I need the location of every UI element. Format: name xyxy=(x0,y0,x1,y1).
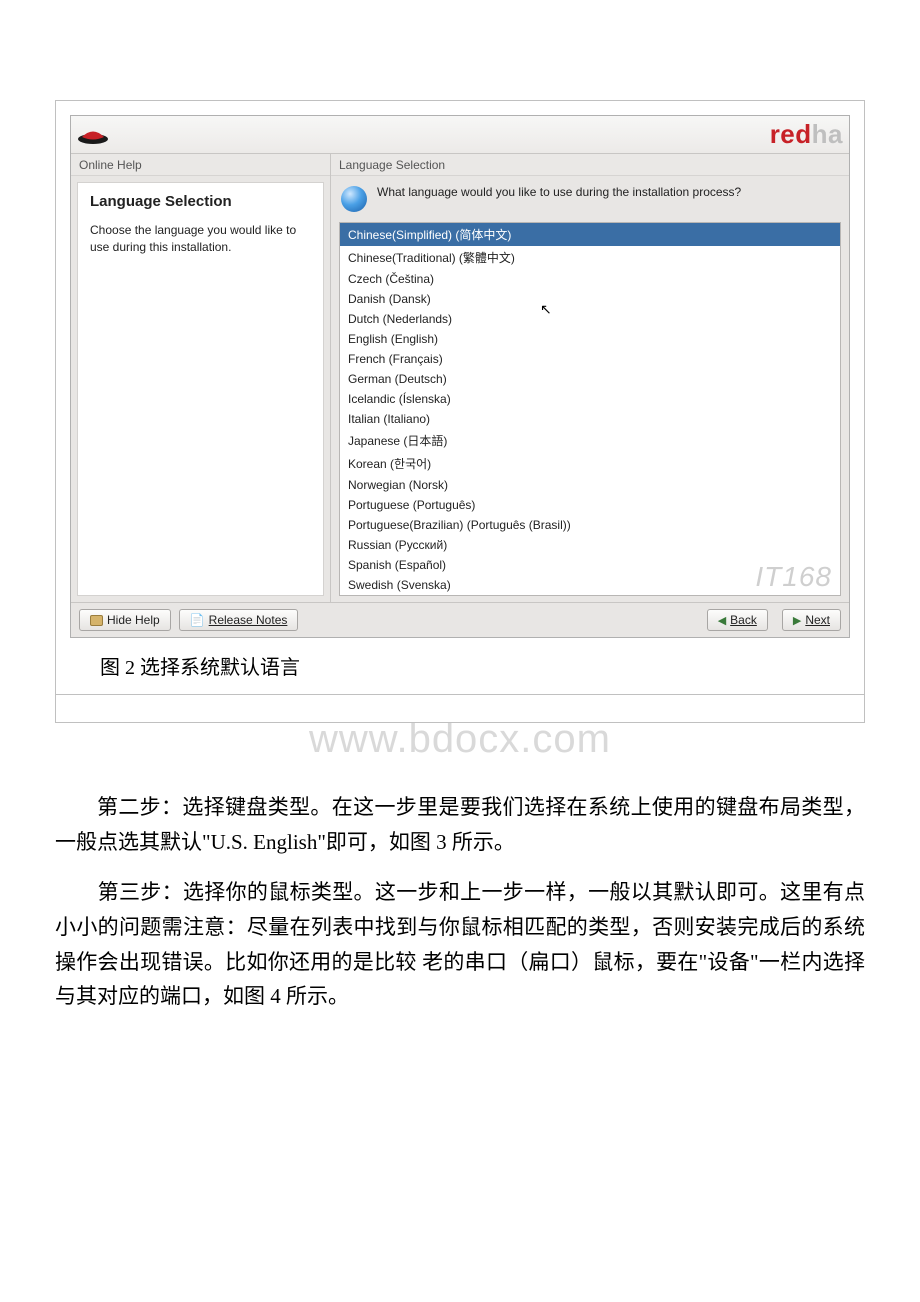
p2-seg-a: 第三步：选择你的鼠标类型。这一步和上一步一样，一般以其默认即可。这里有点小小的问… xyxy=(55,880,865,1008)
language-option[interactable]: Chinese(Simplified) (简体中文) xyxy=(340,223,840,246)
help-text: Choose the language you would like to us… xyxy=(90,222,311,257)
hide-help-icon xyxy=(90,615,103,626)
arrow-right-icon: ▶ xyxy=(793,614,801,627)
help-panel: Language Selection Choose the language y… xyxy=(77,182,324,596)
release-notes-label: Release Notes xyxy=(209,613,288,627)
language-option[interactable]: Czech (Čeština) xyxy=(340,269,840,289)
language-option[interactable]: Norwegian (Norsk) xyxy=(340,475,840,495)
figure-frame: redha Online Help Language Selection Cho… xyxy=(55,100,865,723)
arrow-left-icon: ◀ xyxy=(718,614,726,627)
p2-seg-c: 所示。 xyxy=(286,984,349,1008)
next-label: Next xyxy=(805,613,830,627)
p1-seg-c: 3 xyxy=(436,830,447,854)
p1-seg-d: 所示。 xyxy=(452,830,515,854)
language-option[interactable]: German (Deutsch) xyxy=(340,369,840,389)
language-selection-header: Language Selection xyxy=(331,154,849,176)
brand-text: redha xyxy=(770,119,843,150)
help-title: Language Selection xyxy=(90,193,311,210)
language-option[interactable]: Japanese (日本語) xyxy=(340,429,840,452)
language-option[interactable]: French (Français) xyxy=(340,349,840,369)
language-option[interactable]: Portuguese(Brazilian) (Português (Brasil… xyxy=(340,515,840,535)
redhat-logo-icon xyxy=(75,121,111,149)
p1-seg-b: "U.S. English"即可，如图 xyxy=(202,830,431,854)
globe-icon xyxy=(341,186,367,212)
hide-help-label: Hide Help xyxy=(107,613,160,627)
release-notes-button[interactable]: 📄 Release Notes xyxy=(179,609,299,631)
language-option[interactable]: Portuguese (Português) xyxy=(340,495,840,515)
next-button[interactable]: ▶ Next xyxy=(782,609,841,631)
back-button[interactable]: ◀ Back xyxy=(707,609,768,631)
installer-titlebar: redha xyxy=(71,116,849,154)
notes-icon: 📄 xyxy=(190,613,205,627)
paragraph-step2: 第二步：选择键盘类型。在这一步里是要我们选择在系统上使用的键盘布局类型，一般点选… xyxy=(55,790,865,859)
installer-window: redha Online Help Language Selection Cho… xyxy=(70,115,850,638)
brand-red: red xyxy=(770,119,812,149)
language-list[interactable]: Chinese(Simplified) (简体中文)Chinese(Tradit… xyxy=(339,222,841,596)
language-option[interactable]: Danish (Dansk) xyxy=(340,289,840,309)
language-option[interactable]: Italian (Italiano) xyxy=(340,409,840,429)
brand-ha: ha xyxy=(812,119,843,149)
language-option[interactable]: Korean (한국어) xyxy=(340,452,840,475)
document-body-text: 第二步：选择键盘类型。在这一步里是要我们选择在系统上使用的键盘布局类型，一般点选… xyxy=(55,790,865,1014)
language-option[interactable]: Dutch (Nederlands) xyxy=(340,309,840,329)
online-help-header: Online Help xyxy=(71,154,330,176)
figure-caption: 图 2 选择系统默认语言 xyxy=(56,638,864,694)
prompt-text: What language would you like to use duri… xyxy=(377,184,741,200)
p2-seg-b: 4 xyxy=(270,984,281,1008)
hide-help-button[interactable]: Hide Help xyxy=(79,609,171,631)
paragraph-step3: 第三步：选择你的鼠标类型。这一步和上一步一样，一般以其默认即可。这里有点小小的问… xyxy=(55,875,865,1014)
language-option[interactable]: Russian (Русский) xyxy=(340,535,840,555)
language-option[interactable]: English (English) xyxy=(340,329,840,349)
back-label: Back xyxy=(730,613,757,627)
language-option[interactable]: Icelandic (Íslenska) xyxy=(340,389,840,409)
language-option[interactable]: Swedish (Svenska) xyxy=(340,575,840,595)
language-option[interactable]: Spanish (Español) xyxy=(340,555,840,575)
language-option[interactable]: Chinese(Traditional) (繁體中文) xyxy=(340,246,840,269)
watermark-domain: www.bdocx.com xyxy=(55,717,865,762)
